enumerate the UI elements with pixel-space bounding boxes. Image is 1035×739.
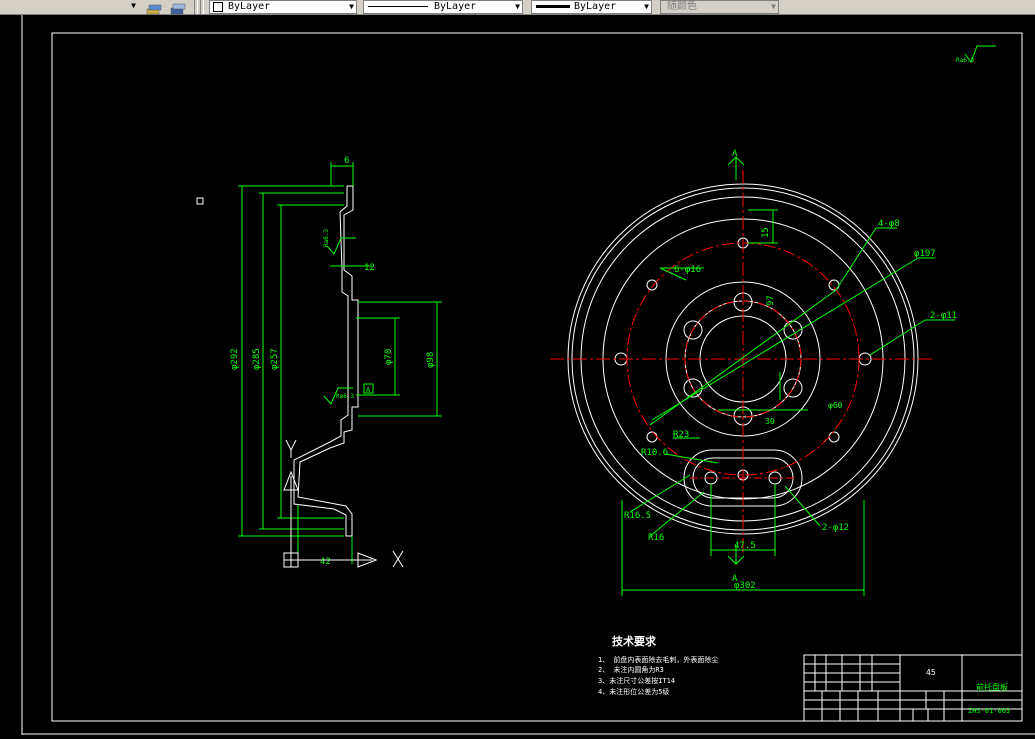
chevron-down-icon: ▼ [349,2,354,11]
lineweight-dropdown[interactable]: ByLayer ▼ [531,0,652,14]
holes-2-12-label: 2-φ12 [822,523,849,533]
lineweight-dropdown-value: ByLayer [574,1,617,12]
linetype-sample [368,6,428,7]
dia-60-label: φ60 [828,401,843,410]
color-dropdown-value: ByLayer [228,1,271,12]
layer-manager-icon[interactable] [146,0,162,15]
tech-item-3: 3、未注尺寸公差按IT14 [598,676,675,685]
plotstyle-dropdown-value: 随颜色 [667,1,697,12]
holes-4-label: 4-φ8 [878,219,900,229]
drawing-svg[interactable]: 6 12 φ292 φ285 φ257 φ70 φ98 42 Ra6.3 Ra6… [0,15,1035,735]
tech-item-2: 2、 未注内圆角为R3 [598,665,664,674]
chevron-down-icon: ▼ [771,2,776,11]
dim-97-label: 97 [766,295,776,306]
linetype-dropdown-value: ByLayer [434,1,477,12]
properties-toolbar: ▼ ByLayer ▼ ByLayer ▼ ByLayer ▼ 随颜色 ▼ [0,0,1035,15]
chevron-down-icon: ▼ [644,2,649,11]
layer-previous-icon[interactable] [170,0,186,15]
chevron-down-icon: ▼ [515,2,520,11]
color-dropdown[interactable]: ByLayer ▼ [209,0,357,14]
holes-6-label: 6-φ16 [674,265,701,275]
color-swatch-icon [213,2,223,12]
toolbar-separator [194,0,198,14]
dim-6-label: 6 [344,156,349,166]
roughness-label-a: Ra6.3 [323,229,330,247]
holes-2-11-label: 2-φ11 [930,311,957,321]
linetype-dropdown[interactable]: ByLayer ▼ [363,0,523,14]
lineweight-sample [536,5,570,8]
dim-42-label: 42 [320,557,331,567]
r16-5-label: R16.5 [624,511,651,521]
front-dimensions [621,156,955,596]
dia-257-label: φ257 [270,348,280,370]
pickbox-cursor [196,197,204,205]
dim-47-5-label: 47.5 [734,541,756,551]
chevron-down-icon: ▼ [131,1,136,10]
r10-label: R10.6 [641,448,668,458]
titleblock-part-name: 前托盘板 [976,682,1008,692]
toolbar-separator [200,0,204,14]
sheet-frame [51,32,1023,722]
titleblock-drawing-no: ZHS-01-003 [968,707,1010,715]
roughness-label-b: Ra6.3 [336,393,354,400]
dim-30-label: 30 [765,417,775,426]
section-mark-top: A [732,149,738,159]
r16-label: R16 [648,533,664,543]
roughness-corner-label: Ra6.3 [956,57,974,64]
tech-requirements-title: 技术要求 [612,634,657,648]
tech-item-4: 4、未注形位公差为5级 [598,687,669,696]
layer-dropdown-tail[interactable]: ▼ [0,0,138,12]
drawing-canvas[interactable]: 6 12 φ292 φ285 φ257 φ70 φ98 42 Ra6.3 Ra6… [0,15,1035,735]
dim-15-label: 15 [761,227,771,238]
dia-302-label: φ302 [734,581,756,591]
dia-70-label: φ70 [384,349,394,365]
tech-item-1: 1、 前盘内表面除去毛刺，外表面除尘 [598,655,718,664]
dim-12-label: 12 [364,263,375,273]
dia-292-label: φ292 [230,348,240,370]
titleblock-material: 45 [926,668,936,677]
dia-285-label: φ285 [252,348,262,370]
dia-197-label: φ197 [914,249,936,259]
r23-label: R23 [673,430,689,440]
plotstyle-dropdown: 随颜色 ▼ [660,0,779,14]
dia-98-label: φ98 [426,352,436,368]
ucs-icon [283,439,404,568]
